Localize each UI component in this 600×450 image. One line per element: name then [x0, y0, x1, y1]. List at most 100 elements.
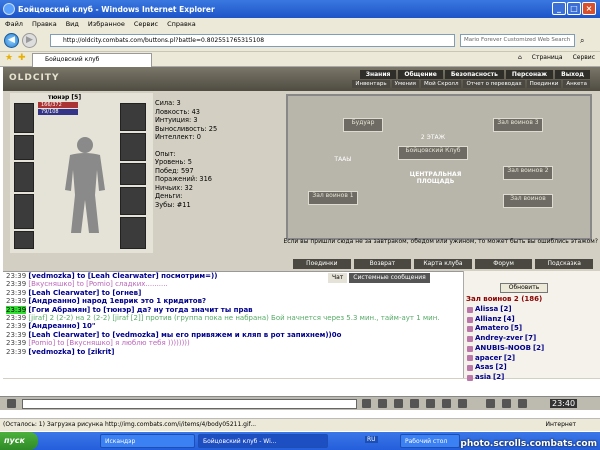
refresh-button[interactable]: Обновить [500, 283, 548, 293]
chat-message: 23:39 [Leah Clearwater] to [огнев] [6, 288, 142, 297]
nav-my-scroll[interactable]: Мой Скролл [420, 80, 462, 88]
nav-character[interactable]: Персонаж [505, 70, 554, 79]
tab-system-messages[interactable]: Системные сообщения [349, 273, 430, 283]
start-button[interactable]: пуск [0, 432, 38, 450]
nav-profile[interactable]: Анкета [563, 80, 590, 88]
back-button[interactable]: ◀ [4, 33, 19, 48]
nav-security[interactable]: Безопасность [444, 70, 504, 79]
chat-input[interactable] [22, 399, 357, 409]
menu-file[interactable]: Файл [5, 20, 23, 28]
forum-button[interactable]: Форум [474, 259, 533, 269]
search-icon[interactable]: ⌕ [580, 36, 584, 46]
user-row[interactable]: Asas [2] [467, 363, 600, 373]
weapon-slot[interactable] [14, 162, 34, 192]
nav-skills[interactable]: Умения [391, 80, 419, 88]
user-row[interactable]: apacer [2] [467, 354, 600, 364]
browser-tab[interactable]: Бойцовский клуб [32, 53, 152, 67]
belt-slot[interactable] [14, 231, 34, 249]
language-indicator[interactable]: RU [365, 436, 378, 443]
game-header: OLDCITY Знания Общение Безопасность Перс… [3, 67, 600, 91]
nav-transfer-report[interactable]: Отчет о переводах [463, 80, 525, 88]
action-buttons: Поединки Возврат Карта клуба Форум Подск… [293, 259, 593, 269]
club-map: Будуар Зал воинов 3 Зал воинов 1 Бойцовс… [286, 94, 592, 240]
central-square-label: ЦЕНТРАЛЬНАЯ ПЛОЩАДЬ [409, 171, 462, 185]
chat-message: 23:39 [Андреанно] народ 1еврик это 1 кри… [6, 297, 207, 306]
scroll-icon[interactable] [458, 399, 467, 408]
menu-help[interactable]: Справка [167, 20, 196, 28]
translit-icon[interactable] [378, 399, 387, 408]
send-icon[interactable] [362, 399, 371, 408]
user-row[interactable]: Alissa [2] [467, 305, 600, 315]
home-icon[interactable]: ⌂ [518, 54, 522, 61]
stat-experience: Опыт: [155, 149, 176, 158]
address-input[interactable]: http://oldcity.combats.com/buttons.pl?ba… [50, 34, 455, 47]
helmet-slot[interactable] [14, 103, 34, 133]
room-fight-club[interactable]: Бойцовский Клуб [398, 146, 468, 160]
user-row[interactable]: Allianz [4] [467, 315, 600, 325]
user-row[interactable]: Andrey-zver [7] [467, 334, 600, 344]
forward-button[interactable]: ▶ [22, 33, 37, 48]
task-fight-club[interactable]: Бойцовский клуб - Wi... [198, 434, 328, 448]
add-favorite-icon[interactable]: ✚ [18, 53, 26, 63]
nav-knowledge[interactable]: Знания [359, 70, 397, 79]
menu-bar: Файл Правка Вид Избранное Сервис Справка [0, 18, 600, 29]
radio-icon[interactable] [486, 399, 495, 408]
filter-icon[interactable] [394, 399, 403, 408]
duels-button[interactable]: Поединки [293, 259, 351, 269]
settings-icon[interactable] [426, 399, 435, 408]
search-input[interactable]: Mario Forever Customized Web Search [460, 34, 575, 47]
armor-slot[interactable] [14, 194, 34, 229]
minimize-button[interactable]: _ [552, 2, 566, 15]
chat-message: 23:39 [Pomio] to [Вкусняшко] я люблю теб… [6, 339, 190, 348]
stat-wins: Побед: 597 [155, 166, 194, 175]
tab-chat[interactable]: Чат [328, 273, 348, 283]
friends-icon[interactable] [518, 399, 527, 408]
nav-inventory[interactable]: Инвентарь [352, 80, 390, 88]
bracers-slot[interactable] [120, 133, 146, 161]
chat-log[interactable]: 23:39 [vedmozka] to [Leah Clearwater] по… [3, 271, 463, 378]
nav-communication[interactable]: Общение [398, 70, 443, 79]
return-button[interactable]: Возврат [353, 259, 412, 269]
tools-menu[interactable]: Сервис [573, 54, 595, 61]
boots-slot[interactable] [120, 217, 146, 249]
menu-tools[interactable]: Сервис [134, 20, 158, 28]
menu-favorites[interactable]: Избранное [88, 20, 125, 28]
close-button[interactable]: × [582, 2, 596, 15]
menu-view[interactable]: Вид [66, 20, 79, 28]
mail-icon[interactable] [502, 399, 511, 408]
game-clock: 23:40 [550, 399, 578, 408]
taau-label: ТААЫ [334, 156, 352, 163]
clear-icon[interactable] [410, 399, 419, 408]
stat-endurance: Выносливость: 25 [155, 124, 218, 133]
nav-duels[interactable]: Поединки [526, 80, 562, 88]
gloves-slot[interactable] [120, 163, 146, 185]
task-desktop[interactable]: Рабочий стол [400, 434, 460, 448]
shield-slot[interactable] [120, 187, 146, 215]
user-row[interactable]: Amatero [5] [467, 324, 600, 334]
club-map-button[interactable]: Карта клуба [414, 259, 472, 269]
menu-edit[interactable]: Правка [32, 20, 57, 28]
user-row[interactable]: asia [2] [467, 373, 600, 383]
room-warriors-3[interactable]: Зал воинов 3 [493, 118, 543, 132]
user-list: Alissa [2] Allianz [4] Amatero [5] Andrey-z… [467, 305, 600, 383]
room-warriors-1[interactable]: Зал воинов 1 [308, 191, 358, 205]
earrings-slot[interactable] [120, 103, 146, 131]
page-menu[interactable]: Страница [532, 54, 563, 61]
smiley-icon[interactable] [7, 399, 16, 408]
necklace-slot[interactable] [14, 135, 34, 160]
character-silhouette [65, 137, 105, 233]
room-boudoir[interactable]: Будуар [343, 118, 383, 132]
room-warriors-2[interactable]: Зал воинов 2 [503, 166, 553, 180]
sound-icon[interactable] [442, 399, 451, 408]
maximize-button[interactable]: □ [567, 2, 581, 15]
chat-tabs: Чат Системные сообщения [328, 273, 463, 283]
task-iskander[interactable]: Искандэр [100, 434, 195, 448]
chat-message: 23:39 [Андреанно] 10" [6, 322, 96, 331]
nav-exit[interactable]: Выход [555, 70, 590, 79]
room-warriors[interactable]: Зал воинов [503, 194, 553, 208]
user-row[interactable]: ANUBIS-NOOB [2] [467, 344, 600, 354]
favorites-star-icon[interactable]: ★ [5, 53, 13, 63]
users-panel: Обновить Зал воинов 2 (186) Alissa [2] Al… [463, 271, 600, 381]
game-logo: OLDCITY [9, 73, 60, 83]
hint-button[interactable]: Подсказка [535, 259, 593, 269]
